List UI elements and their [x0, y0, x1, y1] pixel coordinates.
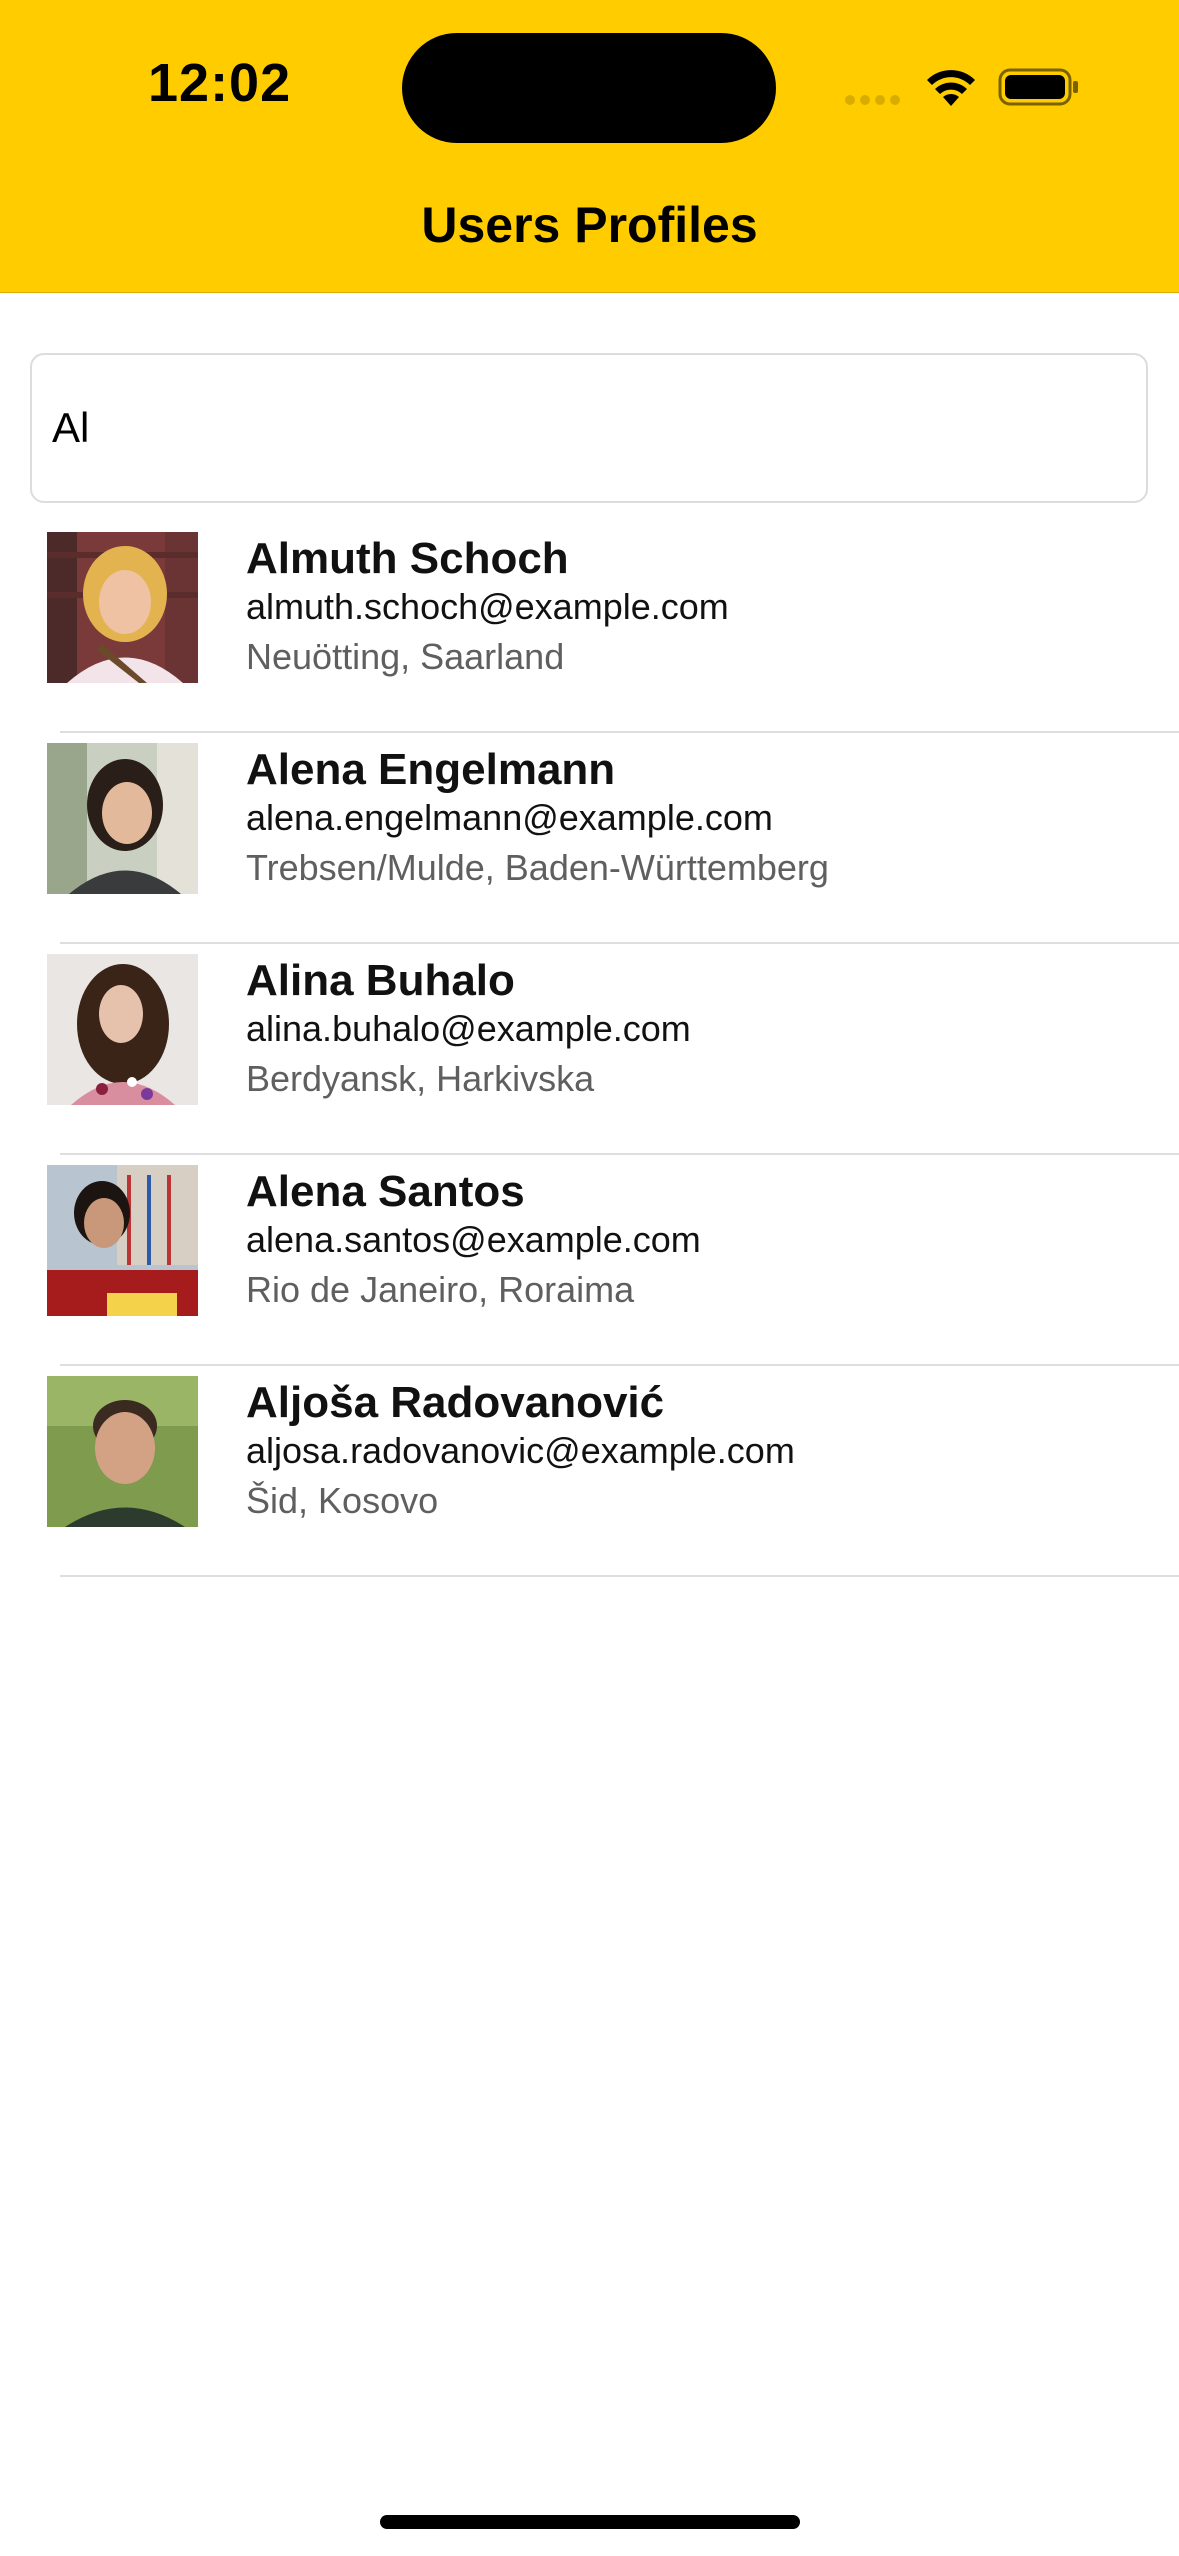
page-title: Users Profiles — [421, 197, 758, 253]
user-name: Aljoša Radovanović — [246, 1378, 665, 1427]
user-location: Šid, Kosovo — [246, 1480, 439, 1521]
navigation-header: 12:02 Users Profiles — [0, 0, 1179, 293]
user-location: Rio de Janeiro, Roraima — [246, 1269, 635, 1310]
list-item[interactable]: Alina Buhalo alina.buhalo@example.com Be… — [0, 944, 1179, 1155]
user-email: alena.engelmann@example.com — [246, 797, 773, 838]
list-item[interactable]: Alena Santos alena.santos@example.com Ri… — [0, 1155, 1179, 1366]
user-name: Alina Buhalo — [246, 956, 515, 1005]
divider — [60, 1575, 1179, 1577]
list-item[interactable]: Almuth Schoch almuth.schoch@example.com … — [0, 522, 1179, 733]
user-name: Almuth Schoch — [246, 534, 569, 583]
avatar — [47, 1165, 198, 1316]
user-list: Almuth Schoch almuth.schoch@example.com … — [0, 522, 1179, 1577]
avatar — [47, 743, 198, 894]
user-name: Alena Santos — [246, 1167, 525, 1216]
status-time: 12:02 — [148, 53, 292, 113]
user-location: Berdyansk, Harkivska — [246, 1058, 595, 1099]
wifi-icon — [927, 70, 975, 106]
user-email: alina.buhalo@example.com — [246, 1008, 691, 1049]
user-email: almuth.schoch@example.com — [246, 586, 729, 627]
user-email: alena.santos@example.com — [246, 1219, 701, 1260]
list-item[interactable]: Aljoša Radovanović aljosa.radovanovic@ex… — [0, 1366, 1179, 1577]
avatar — [47, 1376, 198, 1527]
list-item[interactable]: Alena Engelmann alena.engelmann@example.… — [0, 733, 1179, 944]
user-location: Neuötting, Saarland — [246, 636, 565, 677]
search-field[interactable] — [30, 353, 1148, 503]
user-email: aljosa.radovanovic@example.com — [246, 1430, 795, 1471]
user-location: Trebsen/Mulde, Baden-Württemberg — [246, 847, 829, 888]
signal-icon — [845, 92, 905, 108]
search-input[interactable] — [52, 355, 1122, 501]
avatar — [47, 954, 198, 1105]
user-name: Alena Engelmann — [246, 745, 616, 794]
dynamic-island — [402, 33, 776, 143]
avatar — [47, 532, 198, 683]
battery-icon — [998, 68, 1078, 106]
home-indicator[interactable] — [380, 2515, 800, 2529]
